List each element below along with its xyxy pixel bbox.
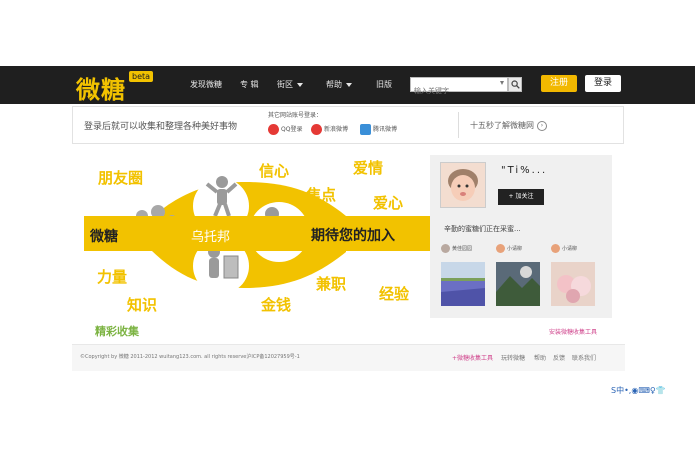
keyword: 力量	[97, 268, 128, 286]
username[interactable]: "Ti%...	[501, 165, 547, 176]
keyword: 信心	[259, 162, 290, 180]
keyword: 经验	[379, 285, 410, 303]
beta-badge: beta	[129, 71, 154, 82]
footer-link-help[interactable]: 帮助	[534, 353, 546, 362]
nav-help-label: 帮助	[326, 80, 342, 89]
search-icon	[511, 80, 520, 89]
avatar	[496, 244, 505, 253]
banner-brand-text: 微糖	[90, 229, 118, 245]
divider	[458, 112, 459, 138]
recent-user-name: 黄佳园园	[452, 246, 473, 252]
nav-discover-label: 发现微糖	[190, 80, 222, 89]
recent-user[interactable]: 小请柳	[496, 244, 522, 253]
register-button[interactable]: 注册	[541, 75, 577, 92]
follow-button[interactable]: + 加关注	[498, 189, 544, 205]
search-box	[410, 77, 508, 98]
footer-link-collector[interactable]: +微糖收集工具	[452, 353, 493, 362]
tencent-weibo-login-link[interactable]: 腾讯微博	[360, 124, 397, 135]
collection-thumbnail[interactable]	[441, 262, 485, 306]
login-button[interactable]: 登录	[585, 75, 621, 92]
recent-user-name: 小请柳	[507, 246, 523, 252]
nav-discover[interactable]: 发现微糖	[190, 79, 222, 90]
banner-join-text: 期待您的加入	[311, 228, 395, 244]
keyword: 爱情	[353, 159, 384, 177]
recent-user[interactable]: 黄佳园园	[441, 244, 472, 253]
collection-thumbnail[interactable]	[496, 262, 540, 306]
keyword: 兼职	[316, 275, 347, 293]
sina-weibo-login-link[interactable]: 新浪微博	[311, 124, 348, 135]
footer-link-guide[interactable]: 玩转微糖	[501, 353, 525, 362]
other-login-label: 其它网站账号登录：	[268, 112, 323, 119]
keyword: 朋友圈	[98, 169, 144, 187]
nav-district-label: 街区	[277, 80, 293, 89]
install-collector-link[interactable]: 安装微糖收集工具	[549, 327, 597, 336]
tencent-weibo-label: 腾讯微博	[373, 126, 398, 133]
search-button[interactable]	[508, 77, 522, 92]
sina-weibo-label: 新浪微博	[324, 126, 349, 133]
qq-login-label: QQ登录	[281, 126, 303, 133]
recent-user-name: 小请柳	[562, 246, 578, 252]
nav-district[interactable]: 街区	[277, 79, 303, 90]
keyword: 爱心	[373, 194, 404, 212]
recent-user[interactable]: 小请柳	[551, 244, 577, 253]
chevron-down-icon	[297, 82, 303, 87]
avatar	[441, 244, 450, 253]
search-dropdown-icon[interactable]	[500, 81, 504, 85]
keyword: 知识	[127, 296, 158, 314]
keyword: 焦点	[306, 186, 337, 204]
learn-more-link[interactable]: 十五秒了解微糖网 ›	[470, 120, 547, 131]
baby-photo	[441, 163, 485, 207]
nav-help[interactable]: 帮助	[326, 79, 352, 90]
learn-more-label: 十五秒了解微糖网	[470, 121, 534, 130]
weibo-icon	[311, 124, 322, 135]
search-input[interactable]	[411, 84, 499, 98]
collection-thumbnail[interactable]	[551, 262, 595, 306]
nav-albums-label: 专 辑	[240, 80, 259, 89]
nav-old-version[interactable]: 旧版	[376, 79, 392, 90]
avatar[interactable]	[440, 162, 486, 208]
mountain-landscape-image	[496, 262, 540, 306]
avatar	[551, 244, 560, 253]
site-logo[interactable]: 微糖	[76, 70, 126, 105]
footer-link-contact[interactable]: 联系我们	[572, 353, 596, 362]
footer-link-feedback[interactable]: 反馈	[553, 353, 565, 362]
ime-toolbar[interactable]: S中•,◉⌨♀👕	[611, 385, 666, 396]
featured-collections-label[interactable]: 精彩收集	[95, 323, 139, 339]
plush-toys-image	[551, 262, 595, 306]
copyright-text: ©Copyright by 微糖 2011-2012 wuitang123.co…	[80, 354, 300, 360]
nav-albums[interactable]: 专 辑	[240, 79, 259, 90]
chevron-down-icon	[346, 82, 352, 87]
nav-old-version-label: 旧版	[376, 80, 392, 89]
keyword: 金钱	[261, 296, 292, 314]
qq-icon	[268, 124, 279, 135]
collecting-status-text: 辛勤的蜜糖们正在采蜜...	[444, 225, 521, 233]
login-prompt-text: 登录后就可以收集和整理各种美好事物	[84, 122, 238, 132]
lavender-field-image	[441, 262, 485, 306]
qq-login-link[interactable]: QQ登录	[268, 124, 302, 135]
banner-utopia-text: 乌托邦	[191, 230, 231, 245]
tencent-weibo-icon	[360, 124, 371, 135]
arrow-right-icon: ›	[537, 120, 547, 131]
